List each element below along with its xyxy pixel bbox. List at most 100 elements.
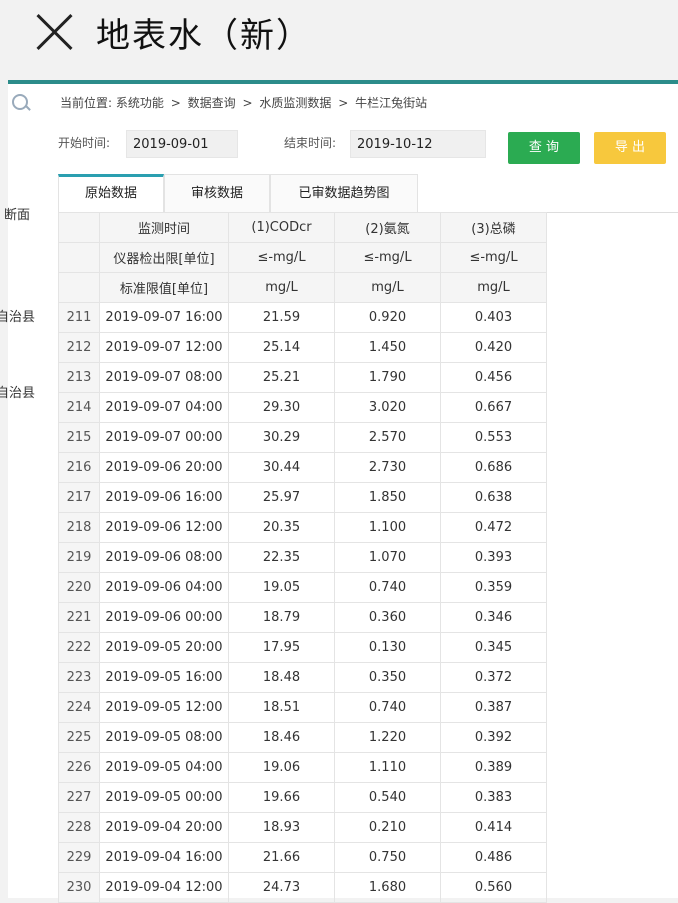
breadcrumb-item[interactable]: 数据查询 — [188, 96, 236, 110]
table-row[interactable]: 221 2019-09-06 00:00 18.79 0.360 0.346 — [58, 602, 547, 633]
close-icon[interactable] — [34, 12, 74, 52]
table-row[interactable]: 215 2019-09-07 00:00 30.29 2.570 0.553 — [58, 422, 547, 453]
row-index-cell: 218 — [58, 512, 100, 543]
table-row[interactable]: 225 2019-09-05 08:00 18.46 1.220 0.392 — [58, 722, 547, 753]
search-icon[interactable] — [12, 94, 28, 110]
table-header-row: 监测时间 (1)CODcr (2)氨氮 (3)总磷 — [58, 212, 547, 243]
table-row[interactable]: 217 2019-09-06 16:00 25.97 1.850 0.638 — [58, 482, 547, 513]
row-ammonia-cell: 1.680 — [334, 872, 441, 903]
row-phosphorus-cell: 0.638 — [440, 482, 547, 513]
title-bar: 地表水（新） — [0, 0, 678, 80]
row-phosphorus-cell: 0.387 — [440, 692, 547, 723]
table-row[interactable]: 229 2019-09-04 16:00 21.66 0.750 0.486 — [58, 842, 547, 873]
row-ammonia-cell: 0.130 — [334, 632, 441, 663]
row-cod-cell: 18.46 — [228, 722, 335, 753]
row-index-cell: 229 — [58, 842, 100, 873]
tab-audit-data[interactable]: 审核数据 — [164, 174, 270, 212]
row-index-cell: 214 — [58, 392, 100, 423]
export-button[interactable]: 导 出 — [594, 132, 666, 164]
row-ammonia-cell: 0.360 — [334, 602, 441, 633]
row-cod-cell: 24.73 — [228, 872, 335, 903]
row-cod-cell: 25.97 — [228, 482, 335, 513]
row-phosphorus-cell: 0.420 — [440, 332, 547, 363]
row-index-cell: 227 — [58, 782, 100, 813]
breadcrumb-item[interactable]: 水质监测数据 — [259, 96, 331, 110]
row-index-cell: 212 — [58, 332, 100, 363]
table-row[interactable]: 228 2019-09-04 20:00 18.93 0.210 0.414 — [58, 812, 547, 843]
start-time-input[interactable]: 2019-09-01 — [126, 130, 238, 158]
table-row[interactable]: 230 2019-09-04 12:00 24.73 1.680 0.560 — [58, 872, 547, 903]
tab-trend-chart[interactable]: 已审数据趋势图 — [270, 174, 418, 212]
row-time-cell: 2019-09-06 00:00 — [99, 602, 229, 633]
row-index-cell: 215 — [58, 422, 100, 453]
row-time-cell: 2019-09-06 08:00 — [99, 542, 229, 573]
row-phosphorus-cell: 0.414 — [440, 812, 547, 843]
table-row[interactable]: 211 2019-09-07 16:00 21.59 0.920 0.403 — [58, 302, 547, 333]
sidebar-item-county-1[interactable]: 自治县 — [0, 306, 35, 325]
row-index-cell: 220 — [58, 572, 100, 603]
table-row[interactable]: 219 2019-09-06 08:00 22.35 1.070 0.393 — [58, 542, 547, 573]
table-header-row: 标准限值[单位] mg/L mg/L mg/L — [58, 272, 547, 303]
row-phosphorus-cell: 0.389 — [440, 752, 547, 783]
tab-bar: 原始数据 审核数据 已审数据趋势图 — [58, 174, 678, 213]
row-phosphorus-cell: 0.393 — [440, 542, 547, 573]
table-row[interactable]: 226 2019-09-05 04:00 19.06 1.110 0.389 — [58, 752, 547, 783]
row-time-cell: 2019-09-06 16:00 — [99, 482, 229, 513]
row-cod-cell: 20.35 — [228, 512, 335, 543]
table-row[interactable]: 214 2019-09-07 04:00 29.30 3.020 0.667 — [58, 392, 547, 423]
sidebar-item-county-2[interactable]: 自治县 — [0, 382, 35, 401]
row-time-cell: 2019-09-06 04:00 — [99, 572, 229, 603]
row-ammonia-cell: 0.350 — [334, 662, 441, 693]
table-row[interactable]: 227 2019-09-05 00:00 19.66 0.540 0.383 — [58, 782, 547, 813]
header-phosphorus: mg/L — [440, 272, 547, 303]
row-ammonia-cell: 0.750 — [334, 842, 441, 873]
row-cod-cell: 18.51 — [228, 692, 335, 723]
row-time-cell: 2019-09-06 12:00 — [99, 512, 229, 543]
table-row[interactable]: 220 2019-09-06 04:00 19.05 0.740 0.359 — [58, 572, 547, 603]
row-phosphorus-cell: 0.667 — [440, 392, 547, 423]
row-phosphorus-cell: 0.486 — [440, 842, 547, 873]
breadcrumb-item[interactable]: 牛栏江兔街站 — [355, 96, 427, 110]
row-cod-cell: 19.05 — [228, 572, 335, 603]
header-index — [58, 242, 100, 273]
table-row[interactable]: 224 2019-09-05 12:00 18.51 0.740 0.387 — [58, 692, 547, 723]
row-index-cell: 228 — [58, 812, 100, 843]
sidebar-item-section[interactable]: 断面 — [4, 204, 30, 223]
row-ammonia-cell: 0.210 — [334, 812, 441, 843]
row-ammonia-cell: 0.740 — [334, 692, 441, 723]
row-time-cell: 2019-09-07 08:00 — [99, 362, 229, 393]
table-row[interactable]: 212 2019-09-07 12:00 25.14 1.450 0.420 — [58, 332, 547, 363]
table-row[interactable]: 218 2019-09-06 12:00 20.35 1.100 0.472 — [58, 512, 547, 543]
row-ammonia-cell: 1.070 — [334, 542, 441, 573]
query-button[interactable]: 查 询 — [508, 132, 580, 164]
row-cod-cell: 30.29 — [228, 422, 335, 453]
end-time-input[interactable]: 2019-10-12 — [350, 130, 486, 158]
row-cod-cell: 21.59 — [228, 302, 335, 333]
row-ammonia-cell: 1.110 — [334, 752, 441, 783]
header-index — [58, 272, 100, 303]
row-cod-cell: 19.66 — [228, 782, 335, 813]
header-index — [58, 212, 100, 243]
breadcrumb-item[interactable]: 系统功能 — [116, 96, 164, 110]
table-row[interactable]: 222 2019-09-05 20:00 17.95 0.130 0.345 — [58, 632, 547, 663]
row-cod-cell: 21.66 — [228, 842, 335, 873]
row-index-cell: 222 — [58, 632, 100, 663]
breadcrumb-separator: > — [242, 96, 253, 110]
table-row[interactable]: 213 2019-09-07 08:00 25.21 1.790 0.456 — [58, 362, 547, 393]
row-ammonia-cell: 1.450 — [334, 332, 441, 363]
row-index-cell: 230 — [58, 872, 100, 903]
breadcrumb-separator: > — [338, 96, 349, 110]
tab-raw-data[interactable]: 原始数据 — [58, 174, 164, 212]
header-time: 标准限值[单位] — [99, 272, 229, 303]
row-phosphorus-cell: 0.553 — [440, 422, 547, 453]
row-time-cell: 2019-09-07 16:00 — [99, 302, 229, 333]
row-index-cell: 213 — [58, 362, 100, 393]
row-phosphorus-cell: 0.372 — [440, 662, 547, 693]
row-phosphorus-cell: 0.686 — [440, 452, 547, 483]
table-row[interactable]: 223 2019-09-05 16:00 18.48 0.350 0.372 — [58, 662, 547, 693]
table-row[interactable]: 216 2019-09-06 20:00 30.44 2.730 0.686 — [58, 452, 547, 483]
row-index-cell: 217 — [58, 482, 100, 513]
row-phosphorus-cell: 0.392 — [440, 722, 547, 753]
row-phosphorus-cell: 0.560 — [440, 872, 547, 903]
header-cod: mg/L — [228, 272, 335, 303]
